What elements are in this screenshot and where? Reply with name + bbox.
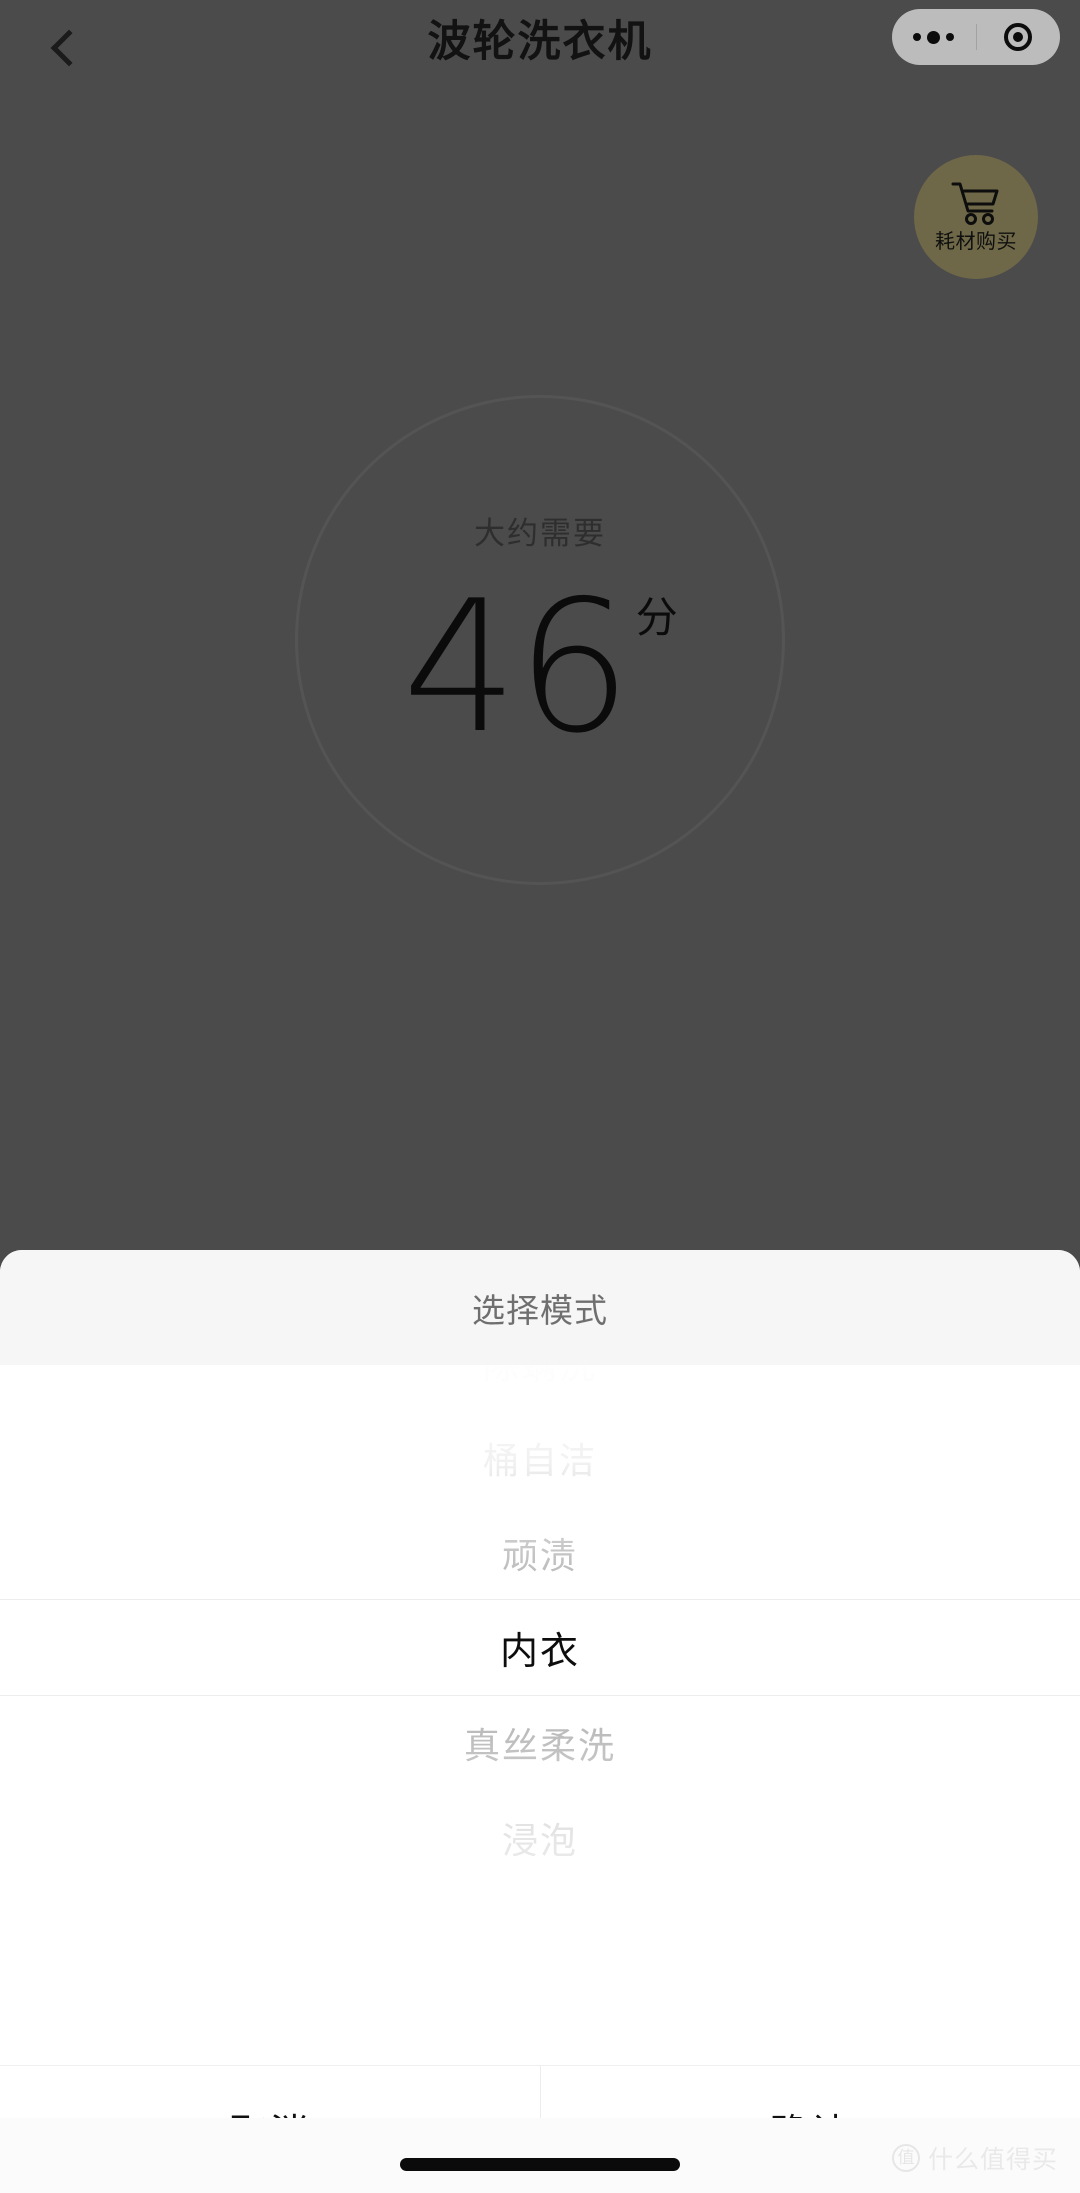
mode-option[interactable]: 浸泡: [0, 1790, 1080, 1885]
sheet-title: 选择模式: [472, 1290, 608, 1330]
capsule-menu-button[interactable]: [892, 9, 976, 65]
home-indicator-area: 值 什么值得买: [0, 2118, 1080, 2193]
sheet-header: 选择模式: [0, 1250, 1080, 1365]
wechat-capsule: [892, 9, 1060, 65]
duration-value: 46: [402, 561, 632, 773]
navigation-bar: 波轮洗衣机: [0, 0, 1080, 100]
target-circle-icon: [1004, 23, 1033, 51]
mode-option[interactable]: 顽渍: [0, 1505, 1080, 1600]
watermark: 值 什么值得买: [891, 2140, 1058, 2176]
watermark-text: 什么值得买: [927, 2145, 1058, 2174]
mode-option[interactable]: 真丝柔洗: [0, 1695, 1080, 1790]
more-dots-icon: [913, 30, 955, 44]
mode-option[interactable]: 除螨洗: [0, 1365, 1080, 1410]
shopping-cart-icon: [950, 180, 1002, 226]
capsule-close-button[interactable]: [977, 9, 1061, 65]
mode-option[interactable]: 桶自洁: [0, 1410, 1080, 1505]
smzdm-logo-icon: 值: [891, 2144, 920, 2172]
consumables-purchase-button[interactable]: 耗材购买: [914, 155, 1038, 279]
mode-option[interactable]: 内衣: [0, 1600, 1080, 1695]
mode-picker[interactable]: 除螨洗 桶自洁 顽渍 内衣 真丝柔洗 浸泡: [0, 1365, 1080, 2065]
duration-value-row: 46 分: [402, 561, 678, 773]
app-screen: 波轮洗衣机 耗材购买 大约需要 46 分 选择模式 除螨洗 桶自洁 顽渍 内衣 …: [0, 0, 1080, 2193]
consumables-purchase-label: 耗材购买: [935, 229, 1017, 253]
duration-unit: 分: [635, 593, 678, 642]
duration-caption: 大约需要: [474, 516, 606, 552]
home-indicator-bar[interactable]: [400, 2158, 680, 2171]
mode-picker-list[interactable]: 除螨洗 桶自洁 顽渍 内衣 真丝柔洗 浸泡: [0, 1365, 1080, 1885]
mode-picker-sheet: 选择模式 除螨洗桶自洁顽渍内衣真丝柔洗浸泡 取消 确认: [0, 1250, 1080, 2193]
duration-dial: 大约需要 46 分: [295, 395, 785, 885]
